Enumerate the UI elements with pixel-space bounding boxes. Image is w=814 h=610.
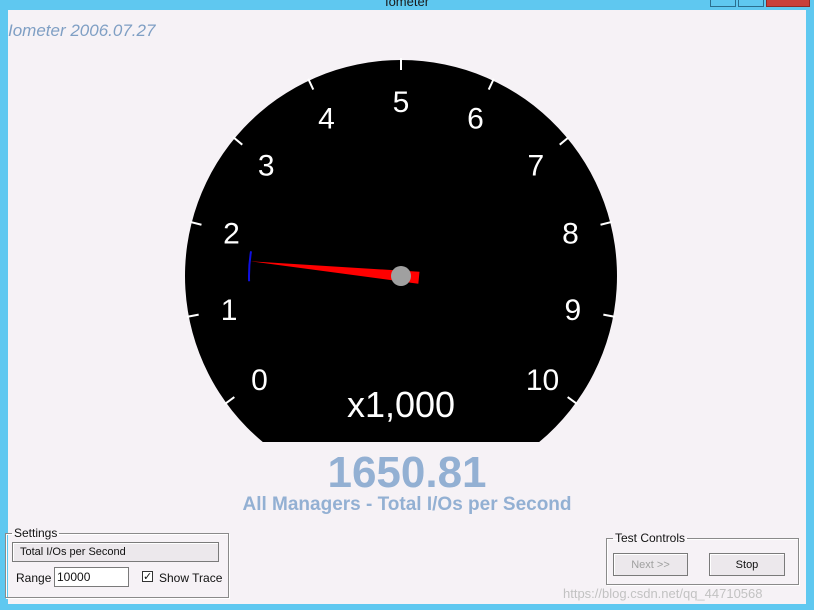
show-trace-label: Show Trace [159,571,223,585]
gauge-tick-label-3: 3 [258,149,275,182]
checkmark-icon: ✓ [143,570,153,583]
gauge-tick-label-4: 4 [318,103,335,136]
maximize-button[interactable] [738,0,764,7]
gauge-hub [391,266,411,286]
gauge-tick-label-1: 1 [221,294,238,327]
watermark-text: https://blog.csdn.net/qq_44710568 [563,586,763,601]
gauge-tick-label-5: 5 [393,86,410,119]
settings-legend: Settings [14,526,58,540]
readout-value: 1650.81 [327,448,487,497]
close-button[interactable] [766,0,810,7]
range-label: Range [16,571,52,585]
metric-select-button[interactable]: Total I/Os per Second [12,542,219,562]
main-window: Iometer 2006.07.27 0 1 2 3 4 5 6 7 8 9 10 x1,000 1… [5,10,806,604]
window-title: Iometer [384,0,430,9]
gauge-tick-label-7: 7 [527,149,544,182]
stop-button[interactable]: Stop [709,553,785,576]
gauge-tick-label-8: 8 [562,217,579,250]
readout-label: All Managers - Total I/Os per Second [242,494,572,515]
iops-gauge: 0 1 2 3 4 5 6 7 8 9 10 x1,000 [185,58,618,443]
title-bar[interactable]: Iometer [0,0,814,10]
gauge-tick-label-6: 6 [467,103,484,136]
minimize-button[interactable] [710,0,736,7]
settings-group: Settings [5,526,229,598]
gauge-tick-label-9: 9 [565,294,582,327]
show-trace-checkbox[interactable]: ✓ [142,571,153,582]
gauge-tick-label-2: 2 [223,217,240,250]
range-input[interactable] [54,567,129,587]
test-controls-legend: Test Controls [615,531,686,545]
next-button[interactable]: Next >> [613,553,688,576]
gauge-multiplier-label: x1,000 [347,384,455,425]
gauge-tick-label-0: 0 [251,364,268,397]
gauge-tick-label-10: 10 [526,364,559,397]
